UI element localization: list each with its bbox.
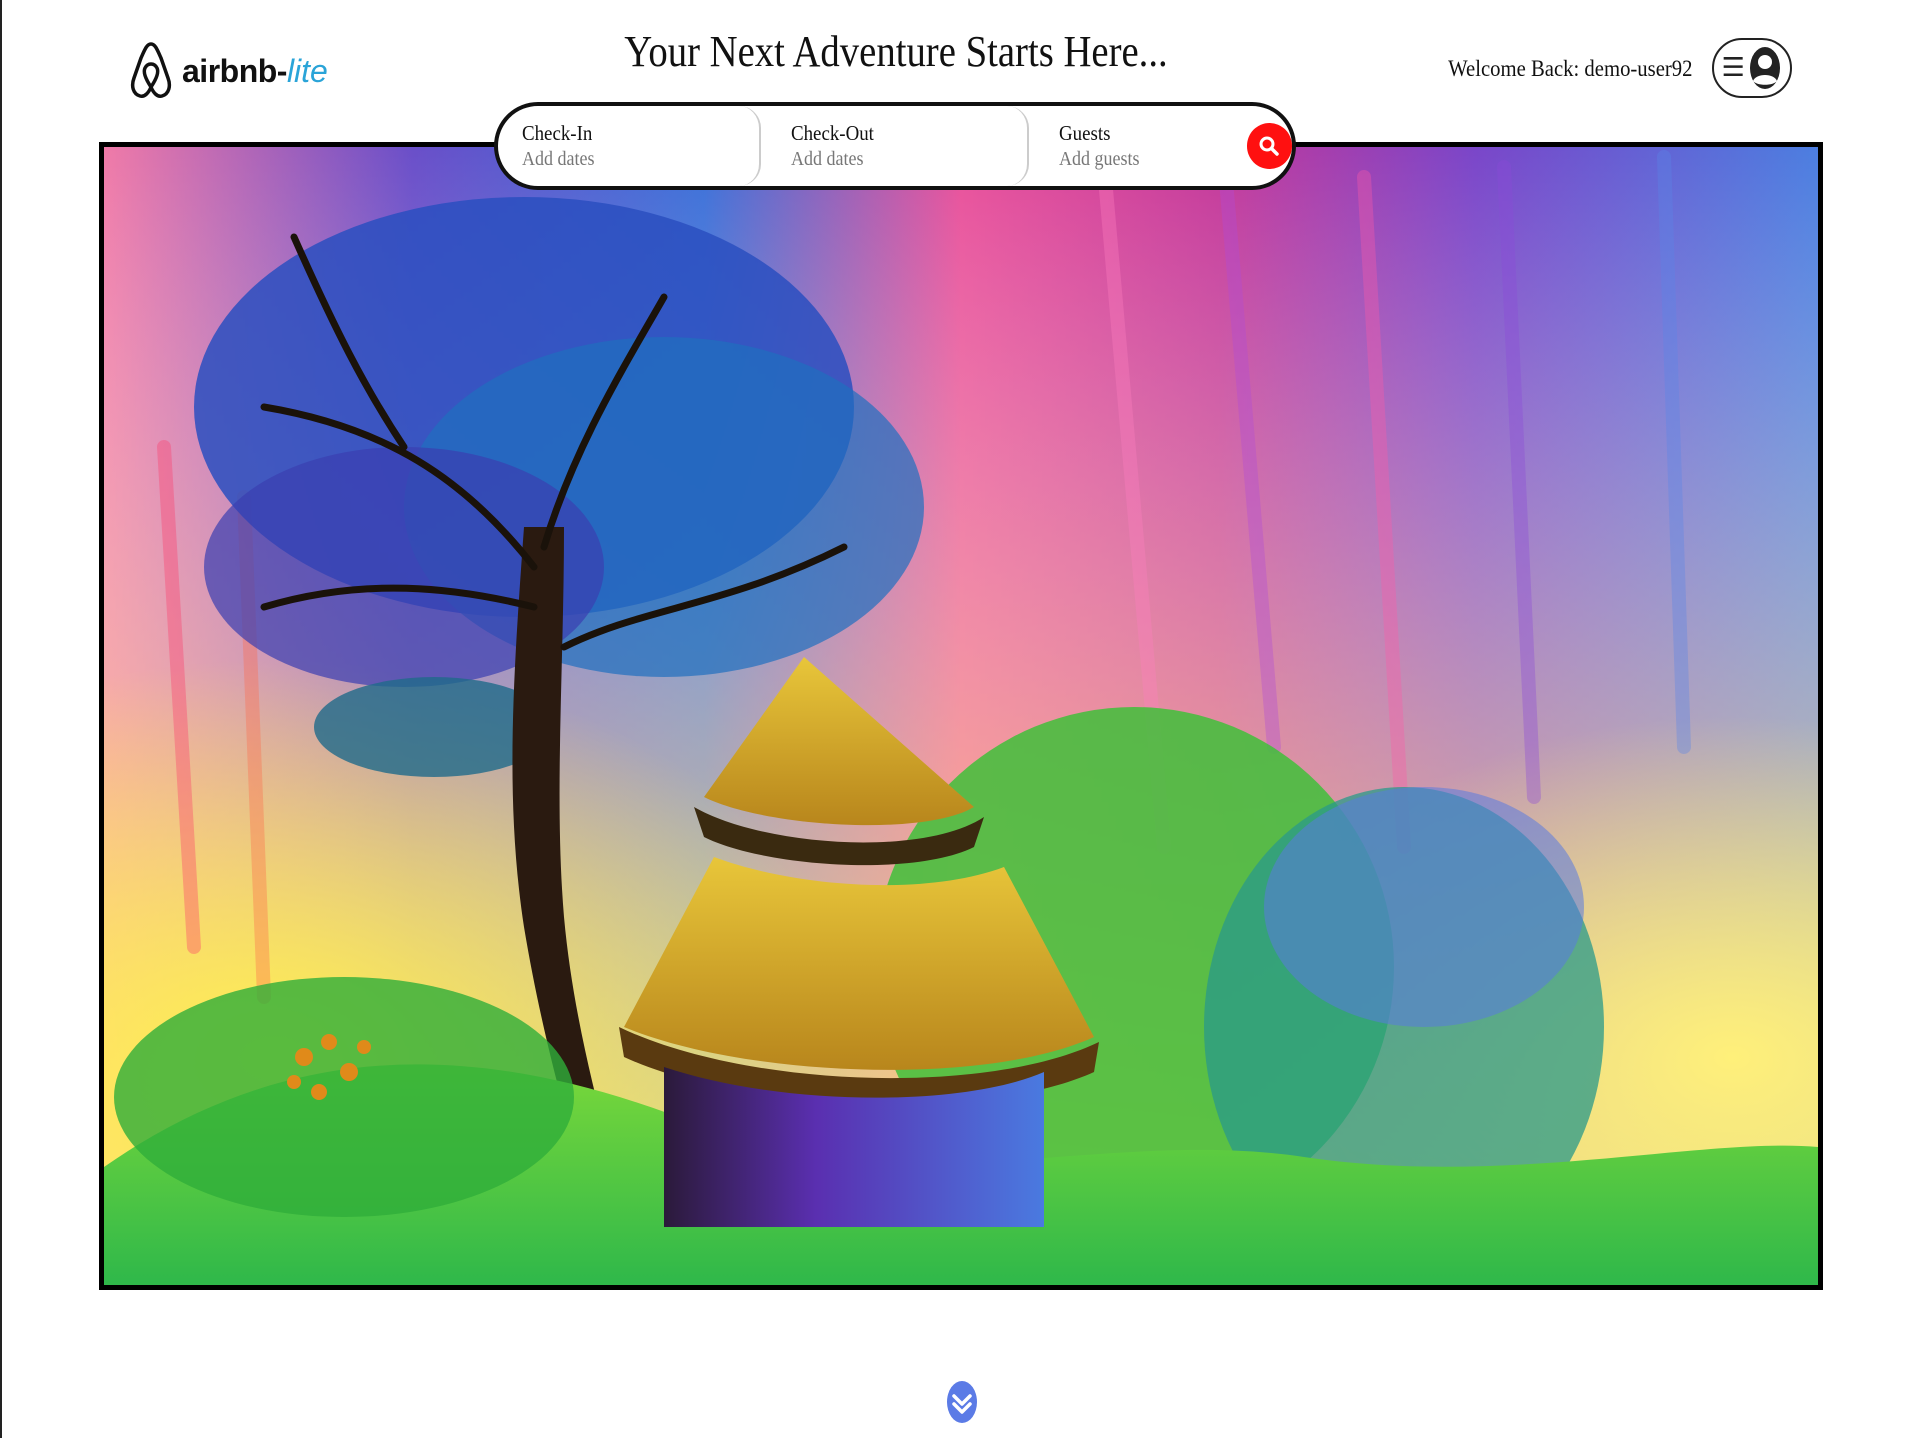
- page-headline: Your Next Adventure Starts Here...: [624, 27, 1168, 76]
- user-menu-button[interactable]: ☰: [1712, 38, 1792, 98]
- checkin-placeholder: Add dates: [522, 148, 595, 170]
- checkout-placeholder: Add dates: [790, 148, 864, 170]
- hero-image: [99, 142, 1823, 1290]
- scroll-down-button[interactable]: [946, 1380, 978, 1424]
- search-button[interactable]: [1246, 123, 1292, 169]
- search-icon: [1259, 136, 1280, 156]
- checkout-field[interactable]: Check-Out Add dates: [787, 111, 1028, 181]
- chevron-down-icon: [947, 1381, 977, 1423]
- welcome-text: Welcome Back: demo-user92: [1447, 56, 1692, 81]
- hamburger-icon: ☰: [1721, 53, 1745, 83]
- checkin-label: Check-In: [522, 121, 593, 145]
- checkout-label: Check-Out: [790, 121, 874, 145]
- search-bar: Check-In Add dates Check-Out Add dates G…: [494, 102, 1296, 190]
- user-avatar-icon: [1750, 47, 1781, 89]
- guests-field[interactable]: Guests Add guests: [1055, 111, 1243, 181]
- guests-placeholder: Add guests: [1059, 148, 1140, 170]
- checkin-field[interactable]: Check-In Add dates: [518, 111, 759, 181]
- guests-label: Guests: [1059, 121, 1111, 145]
